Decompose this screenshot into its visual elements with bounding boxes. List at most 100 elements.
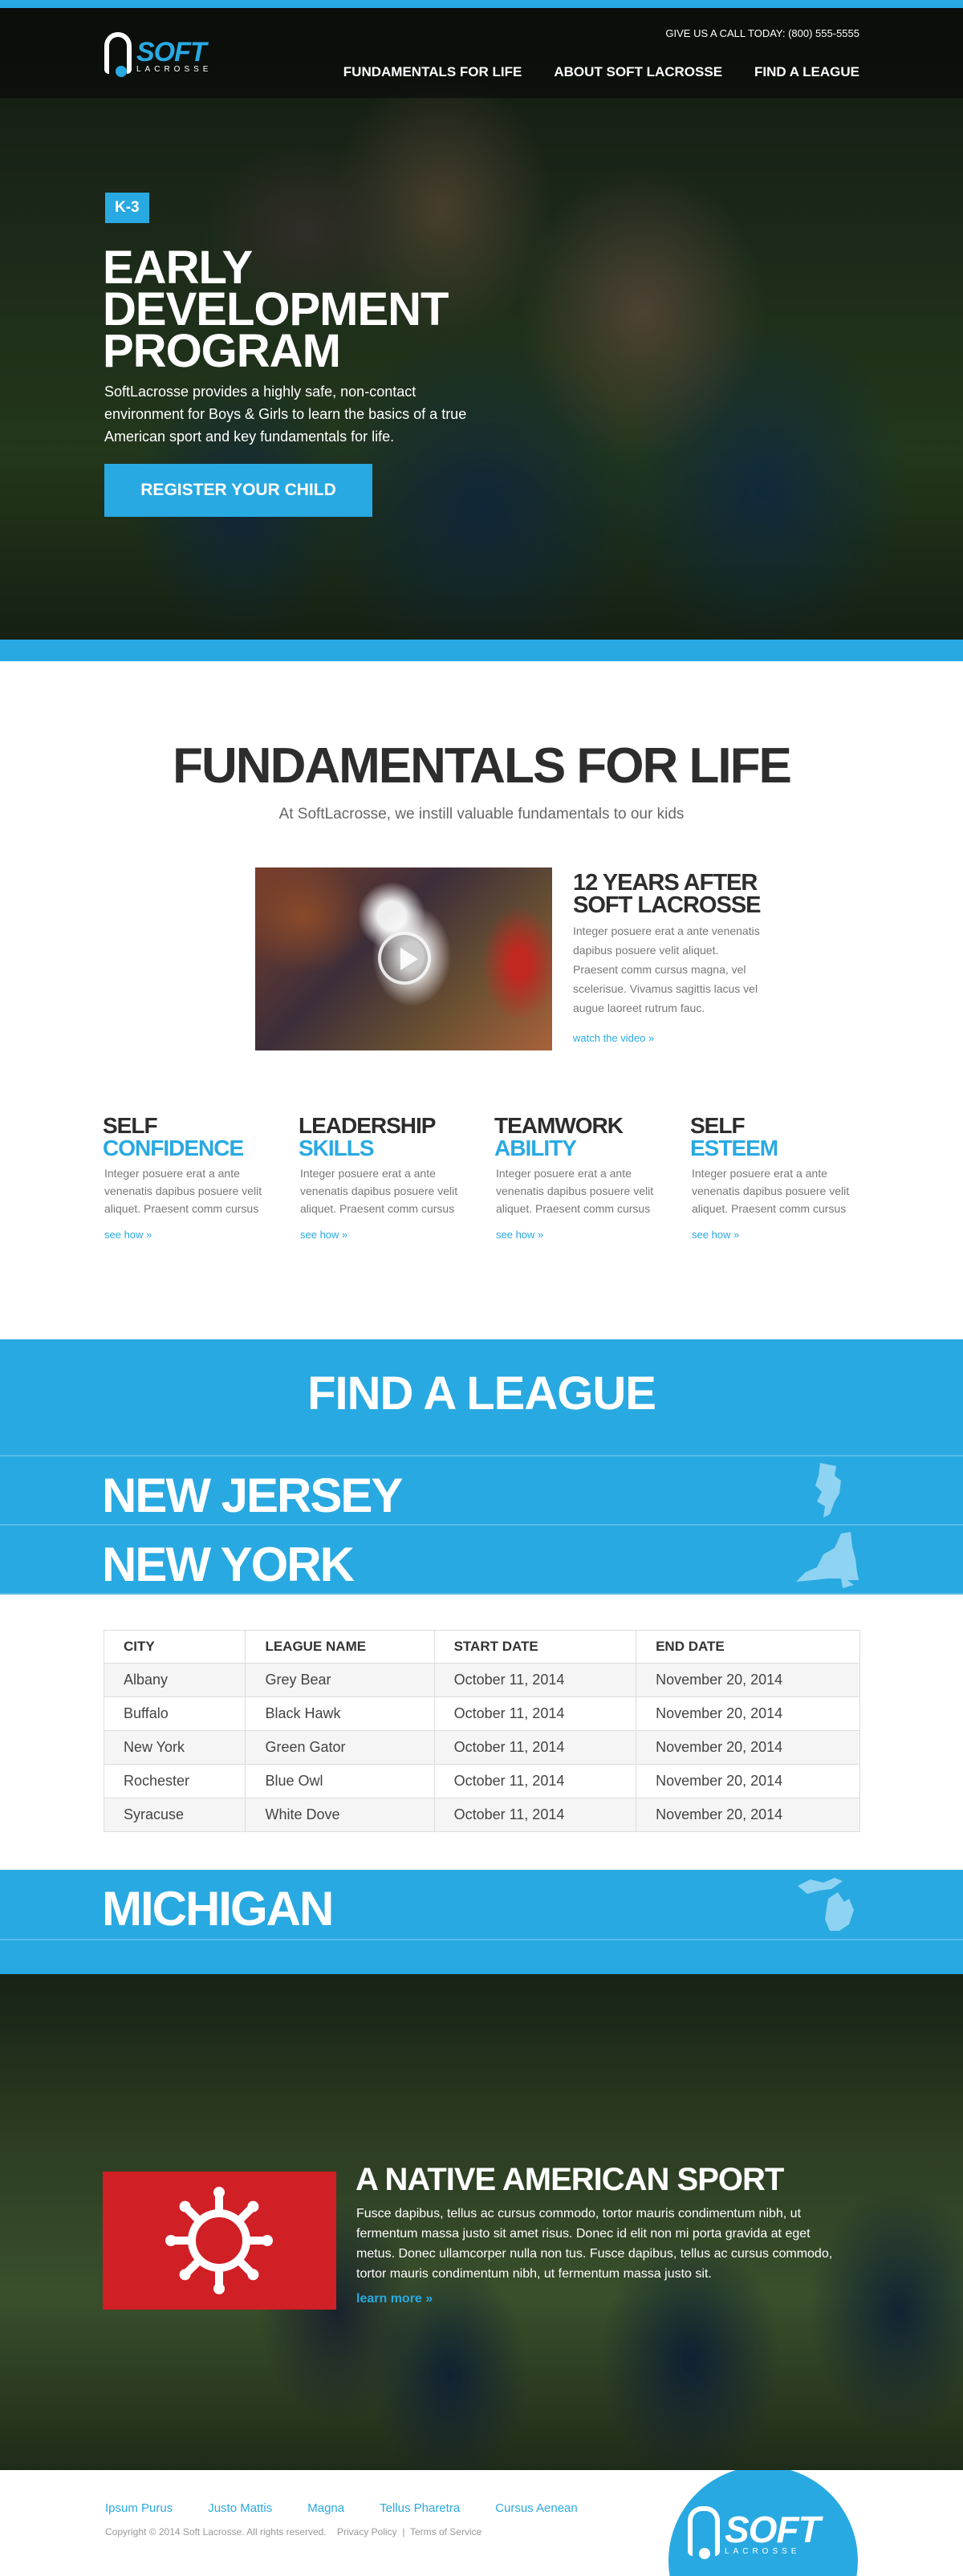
state-name: NEW YORK <box>102 1538 355 1591</box>
hero-section: SOFT LACROSSE GIVE US A CALL TODAY: (800… <box>0 8 963 640</box>
footer-separator: | <box>402 2526 405 2537</box>
watch-video-link[interactable]: watch the video » <box>573 1032 654 1044</box>
site-logo[interactable]: SOFT LACROSSE <box>104 32 213 77</box>
native-sport-title: A NATIVE AMERICAN SPORT <box>356 2162 784 2197</box>
table-header-row: CITY LEAGUE NAME START DATE END DATE <box>103 1630 860 1664</box>
state-michigan[interactable]: MICHIGAN <box>0 1870 963 1940</box>
table-row[interactable]: Rochester Blue Owl October 11, 2014 Nove… <box>103 1764 860 1798</box>
value-card: SELF ESTEEM Integer posuere erat a ante v… <box>690 1115 886 1241</box>
fundamentals-title: FUNDAMENTALS FOR LIFE <box>173 738 792 794</box>
find-league-title: FIND A LEAGUE <box>307 1367 656 1420</box>
footer-link[interactable]: Magna <box>307 2501 344 2515</box>
value-heading: TEAMWORK ABILITY <box>494 1113 624 1160</box>
footer-link[interactable]: Tellus Pharetra <box>380 2501 460 2515</box>
native-sport-section: A NATIVE AMERICAN SPORT Fusce dapibus, t… <box>0 1974 963 2470</box>
state-name: MICHIGAN <box>102 1882 334 1936</box>
lacrosse-stick-logo-icon <box>688 2506 720 2559</box>
privacy-policy-link[interactable]: Privacy Policy <box>337 2526 397 2537</box>
table-cell: Green Gator <box>245 1730 435 1765</box>
table-cell: Blue Owl <box>245 1764 435 1798</box>
logo-subtitle: LACROSSE <box>136 65 213 74</box>
see-how-link[interactable]: see how » <box>494 1229 674 1241</box>
footer-link[interactable]: Justo Mattis <box>208 2501 272 2515</box>
hero-title: EARLY DEVELOPMENT PROGRAM <box>103 242 449 377</box>
value-text: Integer posuere erat a ante venenatis da… <box>300 1167 458 1215</box>
main-nav: FUNDAMENTALS FOR LIFE ABOUT SOFT LACROSS… <box>343 64 859 80</box>
table-cell: Black Hawk <box>245 1696 435 1731</box>
table-cell: Rochester <box>103 1764 246 1798</box>
table-cell: November 20, 2014 <box>636 1696 860 1731</box>
native-sport-text: Fusce dapibus, tellus ac cursus commodo,… <box>356 2207 833 2281</box>
value-card: TEAMWORK ABILITY Integer posuere erat a a… <box>494 1115 690 1241</box>
grade-badge: K-3 <box>105 193 149 223</box>
table-cell: Albany <box>103 1663 246 1697</box>
footer-link[interactable]: Ipsum Purus <box>105 2501 173 2515</box>
table-cell: Grey Bear <box>245 1663 435 1697</box>
table-cell: Buffalo <box>103 1696 246 1731</box>
table-cell: November 20, 2014 <box>636 1663 860 1697</box>
table-cell: New York <box>103 1730 246 1765</box>
footer: Ipsum Purus Justo Mattis Magna Tellus Ph… <box>0 2470 963 2576</box>
see-how-link[interactable]: see how » <box>299 1229 478 1241</box>
column-header[interactable]: LEAGUE NAME <box>245 1630 435 1664</box>
value-text: Integer posuere erat a ante venenatis da… <box>496 1167 654 1215</box>
table-row[interactable]: Albany Grey Bear October 11, 2014 Novemb… <box>103 1663 860 1697</box>
copyright: Copyright © 2014 Soft Lacrosse. All righ… <box>105 2526 482 2537</box>
lacrosse-stick-logo-icon <box>104 32 132 77</box>
table-cell: November 20, 2014 <box>636 1798 860 1832</box>
values-row: SELF CONFIDENCE Integer posuere erat a an… <box>103 1115 886 1241</box>
value-card: LEADERSHIP SKILLS Integer posuere erat a … <box>299 1115 494 1241</box>
table-row[interactable]: Syracuse White Dove October 11, 2014 Nov… <box>103 1798 860 1832</box>
native-flag <box>103 2172 336 2310</box>
league-footer-band <box>0 1940 963 1974</box>
column-header[interactable]: CITY <box>103 1630 246 1664</box>
new-jersey-map-icon <box>815 1463 841 1518</box>
table-row[interactable]: New York Green Gator October 11, 2014 No… <box>103 1730 860 1765</box>
register-child-button[interactable]: REGISTER YOUR CHILD <box>104 464 372 517</box>
state-new-jersey[interactable]: NEW JERSEY <box>0 1457 963 1526</box>
value-heading: SELF CONFIDENCE <box>103 1113 244 1160</box>
logo-word: SOFT <box>725 2509 821 2550</box>
nav-about[interactable]: ABOUT SOFT LACROSSE <box>554 64 722 80</box>
fundamentals-section: FUNDAMENTALS FOR LIFE At SoftLacrosse, w… <box>0 661 963 1339</box>
column-header[interactable]: START DATE <box>433 1630 637 1664</box>
video-thumbnail[interactable] <box>255 867 552 1050</box>
copyright-text: Copyright © 2014 Soft Lacrosse. All righ… <box>105 2526 327 2537</box>
table-row[interactable]: Buffalo Black Hawk October 11, 2014 Nove… <box>103 1696 860 1731</box>
hero-bottom-stripe <box>0 640 963 661</box>
play-icon[interactable] <box>378 932 431 985</box>
state-new-york[interactable]: NEW YORK <box>0 1526 963 1595</box>
value-heading: LEADERSHIP SKILLS <box>299 1113 436 1160</box>
league-table: CITY LEAGUE NAME START DATE END DATE Alb… <box>103 1630 860 1832</box>
value-heading: SELF ESTEEM <box>690 1113 778 1160</box>
footer-link[interactable]: Cursus Aenean <box>495 2501 578 2515</box>
call-us-text: GIVE US A CALL TODAY: (800) 555-5555 <box>665 27 859 39</box>
native-sun-emblem-icon <box>165 2187 273 2294</box>
table-cell: October 11, 2014 <box>433 1663 637 1697</box>
nav-find-league[interactable]: FIND A LEAGUE <box>754 64 859 80</box>
find-league-section: FIND A LEAGUE NEW JERSEY NEW YORK CITY L… <box>0 1339 963 1974</box>
table-cell: October 11, 2014 <box>433 1730 637 1765</box>
value-text: Integer posuere erat a ante venenatis da… <box>104 1167 262 1215</box>
new-york-map-icon <box>796 1532 859 1588</box>
learn-more-link[interactable]: learn more » <box>356 2292 433 2306</box>
value-text: Integer posuere erat a ante venenatis da… <box>692 1167 850 1215</box>
league-table-container: CITY LEAGUE NAME START DATE END DATE Alb… <box>0 1595 963 1870</box>
column-header[interactable]: END DATE <box>636 1630 860 1664</box>
state-name: NEW JERSEY <box>102 1469 403 1522</box>
logo-subtitle: LACROSSE <box>725 2547 801 2556</box>
terms-of-service-link[interactable]: Terms of Service <box>410 2526 482 2537</box>
footer-logo[interactable]: SOFT LACROSSE <box>688 2506 821 2559</box>
michigan-map-icon <box>798 1878 854 1931</box>
footer-logo-ball: SOFT LACROSSE <box>668 2470 858 2576</box>
nav-fundamentals[interactable]: FUNDAMENTALS FOR LIFE <box>343 64 522 80</box>
find-league-header: FIND A LEAGUE <box>0 1339 963 1457</box>
table-cell: November 20, 2014 <box>636 1764 860 1798</box>
hero-description: SoftLacrosse provides a highly safe, non… <box>104 384 467 445</box>
see-how-link[interactable]: see how » <box>103 1229 282 1241</box>
fundamentals-subtitle: At SoftLacrosse, we instill valuable fun… <box>278 806 685 823</box>
top-accent-stripe <box>0 0 963 8</box>
see-how-link[interactable]: see how » <box>690 1229 870 1241</box>
table-cell: October 11, 2014 <box>433 1696 637 1731</box>
logo-word: SOFT <box>136 37 207 67</box>
